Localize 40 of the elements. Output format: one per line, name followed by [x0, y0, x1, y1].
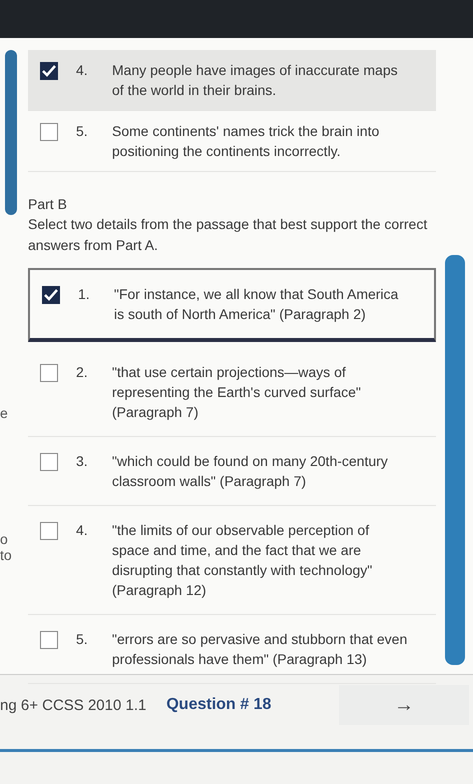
option-number: 4.: [76, 521, 89, 540]
cut-off-text: e: [0, 405, 8, 421]
standard-label: ng 6+ CCSS 2010 1.1: [0, 696, 146, 714]
answer-option[interactable]: 4. Many people have images of inaccurate maps of the world in their brains.: [28, 50, 436, 111]
checkbox[interactable]: [40, 453, 58, 471]
option-number: 3.: [76, 452, 89, 471]
checkbox[interactable]: [40, 631, 58, 649]
option-text: "that use certain projections—ways of representing the Earth's curved surface" (Paragraph 7): [112, 363, 362, 422]
option-number: 5.: [76, 630, 89, 649]
cut-off-text: o: [0, 531, 8, 547]
option-number: 2.: [76, 363, 89, 382]
option-text: Some continents' names trick the brain into positioning the continents incorrectly.: [112, 122, 380, 161]
cut-off-text: to: [0, 547, 12, 563]
answer-option[interactable]: 3. "which could be found on many 20th-century classroom walls" (Paragraph 7): [28, 437, 436, 506]
next-button[interactable]: →: [339, 685, 469, 725]
checkbox[interactable]: [40, 123, 58, 141]
option-number: 4.: [76, 61, 89, 80]
answer-option[interactable]: 1. "For instance, we all know that South America is south of North America" (Paragraph 2): [28, 268, 436, 342]
checkbox[interactable]: [40, 364, 58, 382]
option-text: "which could be found on many 20th-century classroom walls" (Paragraph 7): [112, 452, 389, 491]
answer-option[interactable]: 2. "that use certain projections—ways of representing the Earth's curved surface" (Paragraph 7): [28, 348, 436, 437]
answer-option[interactable]: 4. "the limits of our observable perception of space and time, and the fact that we are disrupting that constantly with technology" (Paragraph 12): [28, 506, 436, 615]
option-text: "errors are so pervasive and stubborn that even professionals have them" (Paragraph 13): [112, 630, 408, 669]
answer-option[interactable]: 5. "errors are so pervasive and stubborn that even professionals have them" (Paragraph 13): [28, 615, 436, 684]
scrollbar[interactable]: [5, 50, 17, 215]
checkbox[interactable]: [40, 522, 58, 540]
option-number: 1.: [78, 285, 91, 304]
option-text: "the limits of our observable perception of space and time, and the fact that we are disrupting that constantly with technology" (Paragraph 12): [112, 521, 374, 600]
option-number: 5.: [76, 122, 89, 141]
option-text: "For instance, we all know that South America is south of North America" (Paragraph 2): [114, 285, 400, 324]
scrollbar[interactable]: [444, 255, 464, 665]
checkbox[interactable]: [40, 62, 58, 80]
part-heading: Part B: [28, 196, 68, 212]
check-icon: [42, 65, 56, 77]
answer-option[interactable]: 5. Some continents' names trick the brain into positioning the continents incorrectly.: [28, 111, 436, 172]
question-number: Question # 18: [166, 696, 272, 714]
checkbox[interactable]: [42, 286, 60, 304]
check-icon: [44, 289, 58, 301]
option-text: Many people have images of inaccurate maps of the world in their brains.: [112, 61, 399, 100]
instruction-text: Select two details from the passage that best support the correct answers from Part A.: [28, 215, 428, 255]
